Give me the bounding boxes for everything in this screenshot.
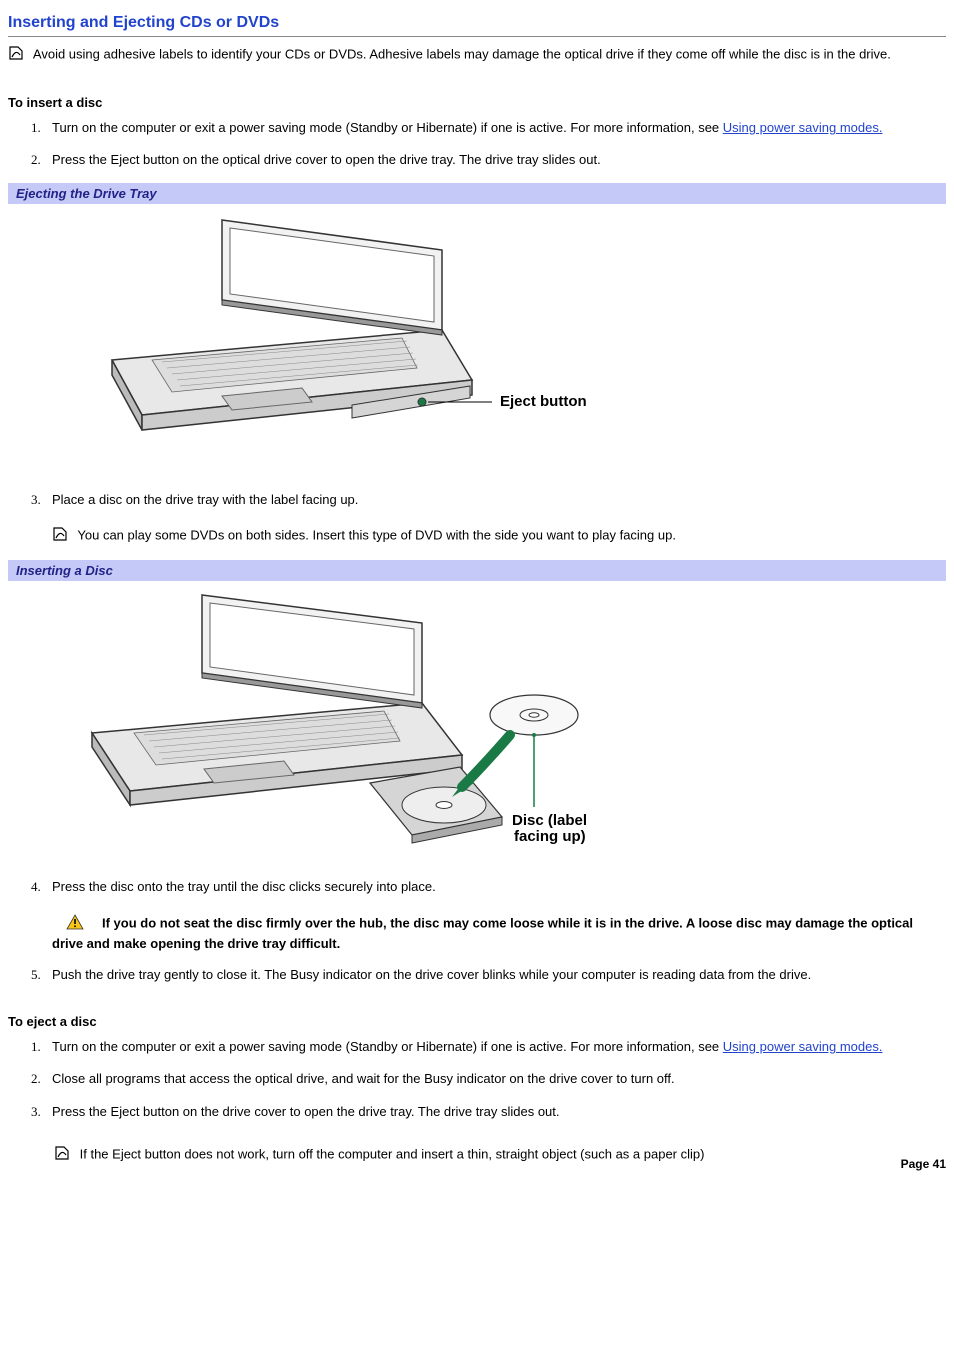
figure-caption-inserting-disc: Inserting a Disc — [8, 560, 946, 581]
eject-step-2: Close all programs that access the optic… — [44, 1070, 946, 1088]
step-text: Turn on the computer or exit a power sav… — [52, 1039, 723, 1054]
link-power-saving-modes[interactable]: Using power saving modes. — [723, 1039, 883, 1054]
page-number: Page 41 — [901, 1157, 946, 1171]
note-adhesive-labels: Avoid using adhesive labels to identify … — [8, 45, 946, 66]
note-dvd-both-sides: You can play some DVDs on both sides. In… — [52, 526, 946, 547]
note-text: If the Eject button does not work, turn … — [80, 1147, 705, 1162]
note-icon — [8, 45, 28, 66]
note-icon — [52, 526, 72, 547]
fig-label-disc-line2: facing up) — [514, 828, 586, 845]
warning-seat-disc: If you do not seat the disc firmly over … — [52, 914, 946, 952]
insert-step-1: Turn on the computer or exit a power sav… — [44, 119, 946, 137]
insert-step-4: Press the disc onto the tray until the d… — [44, 878, 946, 952]
step-text: Press the Eject button on the optical dr… — [52, 152, 601, 167]
insert-heading: To insert a disc — [8, 94, 946, 112]
page-title: Inserting and Ejecting CDs or DVDs — [8, 14, 946, 37]
note-text: You can play some DVDs on both sides. In… — [77, 527, 676, 542]
figure-caption-eject-tray: Ejecting the Drive Tray — [8, 183, 946, 204]
step-text: Close all programs that access the optic… — [52, 1071, 675, 1086]
figure-eject-tray: Eject button — [8, 204, 946, 483]
insert-step-3: Place a disc on the drive tray with the … — [44, 491, 946, 546]
step-text: Push the drive tray gently to close it. … — [52, 967, 811, 982]
step-text: Place a disc on the drive tray with the … — [52, 492, 358, 507]
warning-text: If you do not seat the disc firmly over … — [52, 916, 913, 951]
note-icon — [54, 1145, 74, 1166]
note-text: Avoid using adhesive labels to identify … — [33, 47, 891, 62]
link-power-saving-modes[interactable]: Using power saving modes. — [723, 120, 883, 135]
eject-heading: To eject a disc — [8, 1013, 946, 1031]
eject-step-1: Turn on the computer or exit a power sav… — [44, 1038, 946, 1056]
fig-label-eject-button: Eject button — [500, 393, 587, 410]
step-text: Press the Eject button on the drive cove… — [52, 1104, 560, 1119]
fig-label-disc-line1: Disc (label — [512, 812, 587, 829]
insert-step-5: Push the drive tray gently to close it. … — [44, 966, 946, 984]
step-text: Press the disc onto the tray until the d… — [52, 879, 436, 894]
eject-step-3: Press the Eject button on the drive cove… — [44, 1103, 946, 1121]
insert-step-2: Press the Eject button on the optical dr… — [44, 151, 946, 169]
step-text: Turn on the computer or exit a power sav… — [52, 120, 723, 135]
figure-inserting-disc: Disc (label facing up) — [8, 581, 946, 870]
warning-icon — [66, 914, 84, 935]
note-eject-fallback: If the Eject button does not work, turn … — [54, 1145, 946, 1166]
